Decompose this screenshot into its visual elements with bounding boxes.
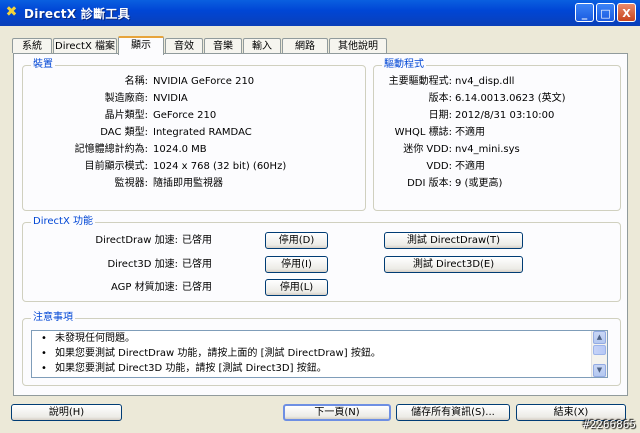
note-text: 未發現任何問題。 (55, 333, 135, 344)
tab-music[interactable]: 音樂 (204, 38, 242, 53)
driver-group-title: 驅動程式 (382, 59, 426, 71)
next-page-button[interactable]: 下一頁(N) (283, 404, 391, 421)
device-value: 1024.0 MB (153, 144, 207, 155)
bullet-icon: • (41, 333, 47, 344)
device-value: GeForce 210 (153, 110, 217, 121)
feature-label: AGP 材質加速: (111, 282, 178, 293)
driver-value: nv4_mini.sys (455, 144, 520, 155)
device-row: 名稱: NVIDIA GeForce 210 (23, 75, 367, 88)
driver-value: 2012/8/31 03:10:00 (455, 110, 555, 121)
driver-row: DDI 版本: 9 (或更高) (374, 177, 622, 190)
note-text: 如果您要測試 DirectDraw 功能，請按上面的 [測試 DirectDra… (55, 348, 381, 359)
watermark: #2266865 (583, 418, 636, 431)
device-label: DAC 類型: (100, 127, 148, 138)
maximize-button[interactable]: □ (596, 3, 615, 22)
device-row: 製造廠商: NVIDIA (23, 92, 367, 105)
driver-row: 主要驅動程式: nv4_disp.dll (374, 75, 622, 88)
disable-direct3d-button[interactable]: 停用(I) (265, 256, 328, 273)
scroll-down-icon[interactable]: ▼ (593, 364, 606, 377)
device-label: 記憶體總計約為: (74, 144, 148, 155)
feature-label: DirectDraw 加速: (95, 235, 178, 246)
driver-group: 驅動程式 主要驅動程式: nv4_disp.dll 版本: 6.14.0013.… (373, 59, 622, 211)
driver-row: WHQL 標誌: 不適用 (374, 126, 622, 139)
driver-row: VDD: 不適用 (374, 160, 622, 173)
directx-app-icon[interactable]: ✖ (4, 5, 19, 20)
feature-label: Direct3D 加速: (107, 259, 178, 270)
driver-row: 版本: 6.14.0013.0623 (英文) (374, 92, 622, 105)
close-button[interactable]: X (617, 3, 636, 22)
device-row: DAC 類型: Integrated RAMDAC (23, 126, 367, 139)
tab-system[interactable]: 系統 (12, 38, 52, 53)
help-button[interactable]: 說明(H) (11, 404, 122, 421)
driver-value: 9 (或更高) (455, 178, 503, 189)
driver-label: 日期: (428, 110, 452, 121)
driver-value: 不適用 (455, 127, 485, 138)
test-directdraw-button[interactable]: 測試 DirectDraw(T) (384, 232, 523, 249)
device-row: 晶片類型: GeForce 210 (23, 109, 367, 122)
driver-row: 日期: 2012/8/31 03:10:00 (374, 109, 622, 122)
device-row: 目前顯示模式: 1024 x 768 (32 bit) (60Hz) (23, 160, 367, 173)
device-group-title: 裝置 (31, 59, 55, 71)
device-value: 1024 x 768 (32 bit) (60Hz) (153, 161, 287, 172)
disable-directdraw-button[interactable]: 停用(D) (265, 232, 328, 249)
device-group: 裝置 名稱: NVIDIA GeForce 210 製造廠商: NVIDIA 晶… (22, 59, 367, 211)
driver-value: nv4_disp.dll (455, 76, 515, 87)
tab-directx-files[interactable]: DirectX 檔案 (53, 38, 117, 53)
device-value: NVIDIA (153, 93, 188, 104)
device-value: 隨插即用監視器 (153, 178, 223, 189)
title-bar: ✖ DirectX 診斷工具 _ □ X (0, 0, 640, 26)
notes-list[interactable]: • 未發現任何問題。 • 如果您要測試 DirectDraw 功能，請按上面的 … (31, 330, 608, 378)
device-row: 監視器: 隨插即用監視器 (23, 177, 367, 190)
feature-status: 已啓用 (182, 282, 212, 293)
disable-agp-button[interactable]: 停用(L) (265, 279, 328, 296)
bullet-icon: • (41, 348, 47, 359)
device-label: 名稱: (124, 76, 148, 87)
driver-label: 迷你 VDD: (403, 144, 452, 155)
feature-status: 已啓用 (182, 259, 212, 270)
tab-display[interactable]: 顯示 (118, 36, 164, 55)
feature-status: 已啓用 (182, 235, 212, 246)
driver-row: 迷你 VDD: nv4_mini.sys (374, 143, 622, 156)
notes-scrollbar[interactable]: ▲ ▼ (591, 331, 607, 377)
device-label: 目前顯示模式: (84, 161, 148, 172)
tab-sound[interactable]: 音效 (165, 38, 203, 53)
tab-network[interactable]: 網路 (282, 38, 328, 53)
scroll-up-icon[interactable]: ▲ (593, 331, 606, 344)
driver-label: WHQL 標誌: (394, 127, 452, 138)
driver-label: DDI 版本: (407, 178, 452, 189)
test-direct3d-button[interactable]: 測試 Direct3D(E) (384, 256, 523, 273)
save-all-info-button[interactable]: 儲存所有資訊(S)... (396, 404, 510, 421)
minimize-button[interactable]: _ (575, 3, 594, 22)
driver-value: 6.14.0013.0623 (英文) (455, 93, 566, 104)
notes-group-title: 注意事項 (31, 312, 75, 324)
scroll-thumb[interactable] (593, 345, 606, 355)
device-label: 晶片類型: (104, 110, 148, 121)
driver-label: 主要驅動程式: (388, 76, 452, 87)
bullet-icon: • (41, 363, 47, 374)
note-text: 如果您要測試 Direct3D 功能，請按 [測試 Direct3D] 按鈕。 (55, 363, 327, 374)
driver-value: 不適用 (455, 161, 485, 172)
driver-label: VDD: (426, 161, 452, 172)
features-group-title: DirectX 功能 (31, 216, 95, 228)
window-title: DirectX 診斷工具 (24, 7, 131, 21)
display-panel: 裝置 名稱: NVIDIA GeForce 210 製造廠商: NVIDIA 晶… (13, 53, 628, 396)
device-label: 製造廠商: (104, 93, 148, 104)
device-value: NVIDIA GeForce 210 (153, 76, 255, 87)
tab-more-help[interactable]: 其他說明 (329, 38, 387, 53)
driver-label: 版本: (428, 93, 452, 104)
tab-input[interactable]: 輸入 (243, 38, 281, 53)
device-label: 監視器: (114, 178, 148, 189)
directx-features-group: DirectX 功能 DirectDraw 加速: 已啓用 停用(D) 測試 D… (22, 216, 621, 302)
device-row: 記憶體總計約為: 1024.0 MB (23, 143, 367, 156)
device-value: Integrated RAMDAC (153, 127, 252, 138)
